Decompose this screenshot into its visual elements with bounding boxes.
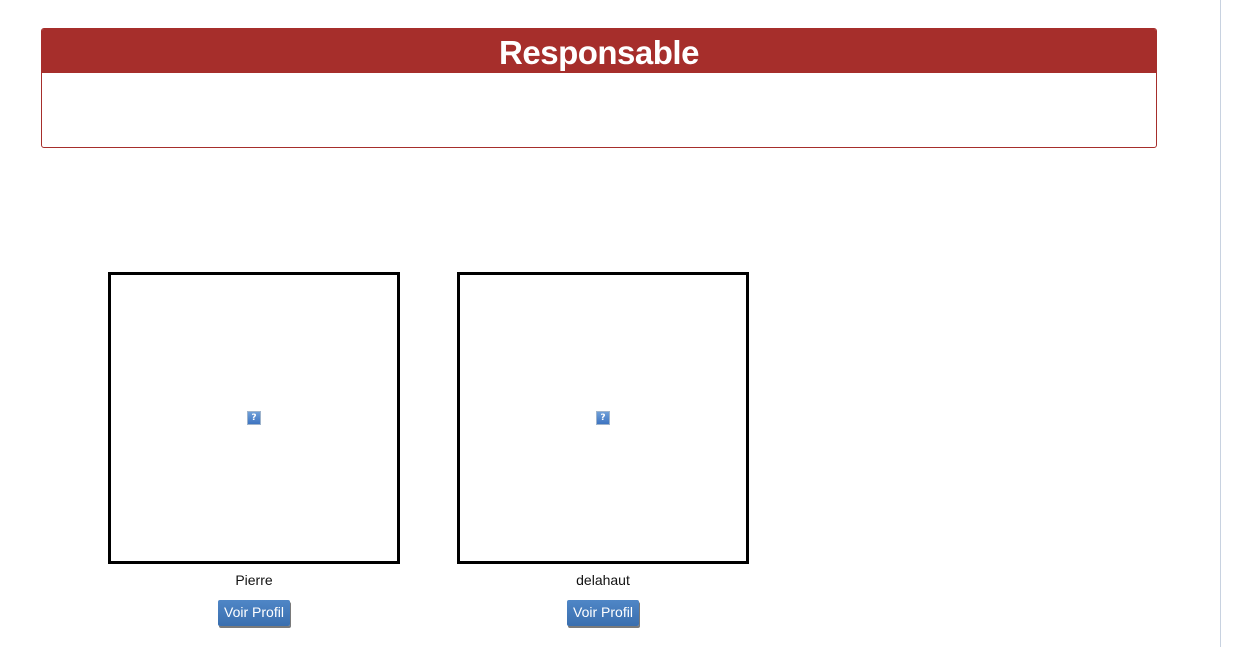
view-profile-button[interactable]: Voir Profil — [218, 600, 290, 626]
person-card: ? Pierre Voir Profil — [108, 272, 400, 626]
profile-photo-frame: ? — [457, 272, 749, 564]
profile-photo-frame: ? — [108, 272, 400, 564]
person-card: ? delahaut Voir Profil — [457, 272, 749, 626]
page-divider — [1220, 0, 1221, 647]
person-name: delahaut — [576, 572, 630, 588]
panel-body — [42, 73, 1156, 147]
panel-title: Responsable — [42, 29, 1156, 73]
broken-image-icon: ? — [247, 411, 261, 425]
responsable-panel: Responsable — [41, 28, 1157, 148]
broken-image-icon: ? — [596, 411, 610, 425]
person-name: Pierre — [235, 572, 273, 588]
view-profile-button[interactable]: Voir Profil — [567, 600, 639, 626]
